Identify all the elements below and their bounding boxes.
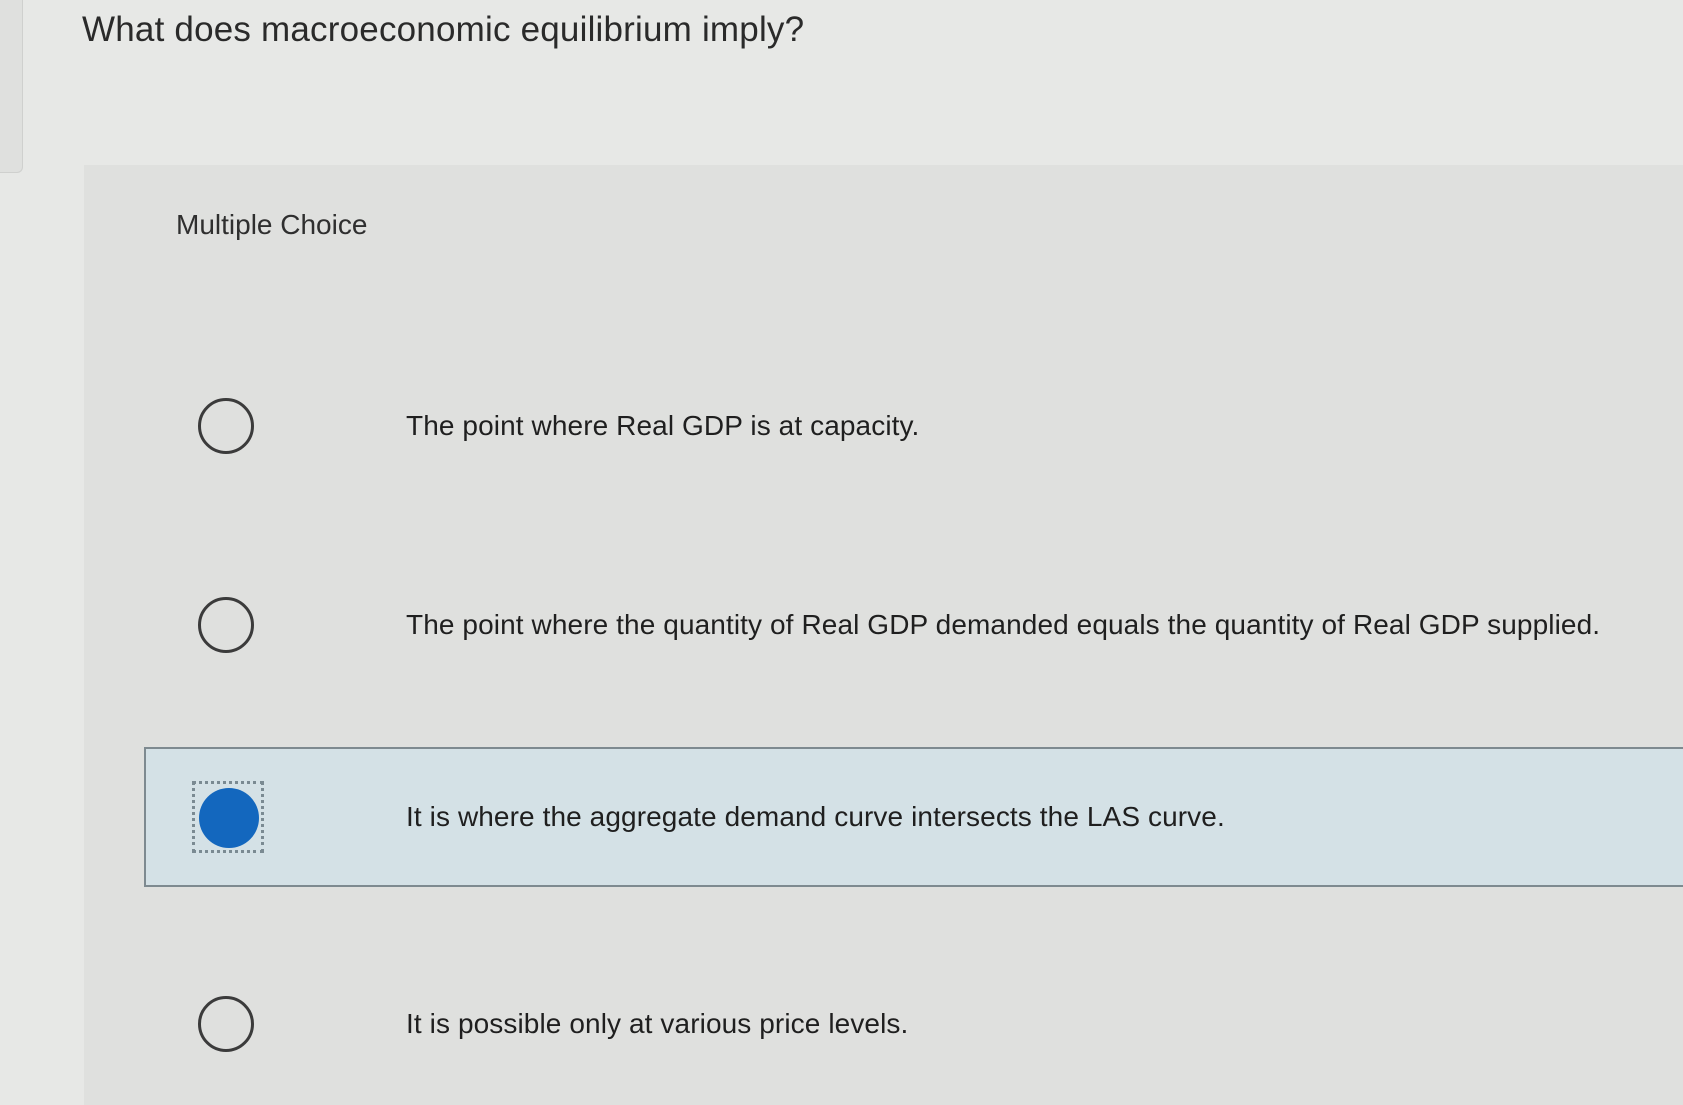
option-3-label: It is where the aggregate demand curve i… bbox=[406, 801, 1225, 832]
option-3[interactable]: It is where the aggregate demand curve i… bbox=[144, 747, 1683, 887]
option-2-label: The point where the quantity of Real GDP… bbox=[406, 609, 1601, 640]
radio-button-2[interactable] bbox=[198, 597, 254, 653]
panel-heading: Multiple Choice bbox=[176, 209, 368, 240]
option-1-label: The point where Real GDP is at capacity. bbox=[406, 410, 920, 441]
left-edge-divider bbox=[0, 0, 23, 173]
option-4[interactable]: It is possible only at various price lev… bbox=[144, 956, 1683, 1096]
question-title: What does macroeconomic equilibrium impl… bbox=[82, 10, 805, 49]
option-1[interactable]: The point where Real GDP is at capacity. bbox=[144, 358, 1683, 498]
radio-button-3-selected[interactable] bbox=[199, 788, 259, 848]
radio-button-4[interactable] bbox=[198, 996, 254, 1052]
option-4-label: It is possible only at various price lev… bbox=[406, 1008, 909, 1039]
multiple-choice-panel: Multiple Choice The point where Real GDP… bbox=[84, 165, 1683, 1105]
radio-button-1[interactable] bbox=[198, 398, 254, 454]
option-2[interactable]: The point where the quantity of Real GDP… bbox=[144, 557, 1683, 697]
